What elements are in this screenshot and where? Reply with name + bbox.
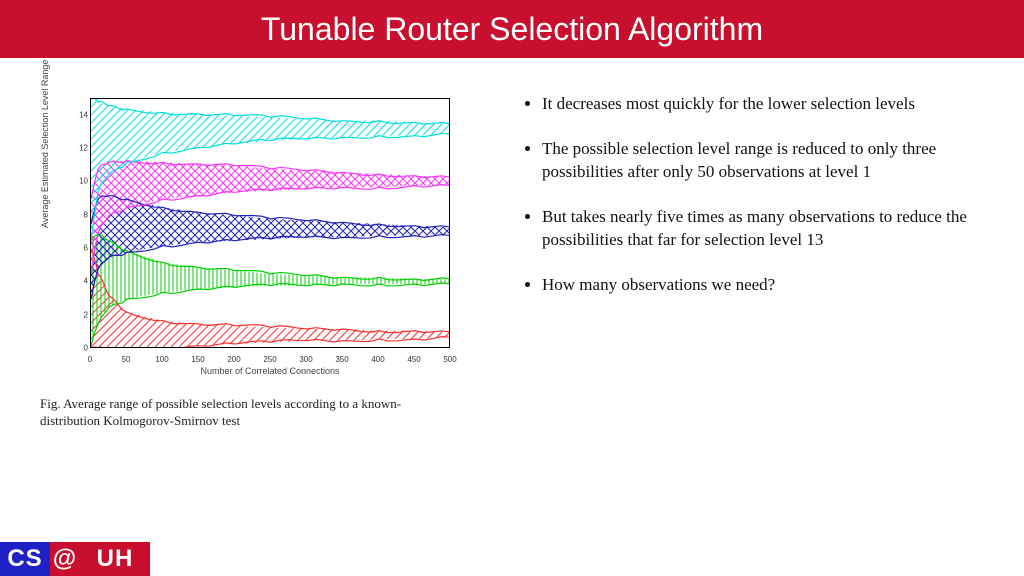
y-tick: 6 — [76, 244, 88, 253]
plot-area — [90, 98, 450, 348]
x-tick: 350 — [335, 355, 348, 364]
y-tick: 8 — [76, 210, 88, 219]
x-tick: 500 — [443, 355, 456, 364]
bullet-item: How many observations we need? — [542, 274, 1004, 297]
bullet-list: It decreases most quickly for the lower … — [520, 93, 1004, 297]
x-tick: 450 — [407, 355, 420, 364]
y-tick: 14 — [76, 110, 88, 119]
chart: Average Estimated Selection Level Range … — [40, 88, 460, 378]
x-tick: 300 — [299, 355, 312, 364]
logo-cs: CS — [0, 542, 50, 576]
page-title: Tunable Router Selection Algorithm — [261, 11, 763, 48]
x-tick: 200 — [227, 355, 240, 364]
x-tick: 100 — [155, 355, 168, 364]
left-column: Average Estimated Selection Level Range … — [40, 88, 480, 430]
y-tick: 0 — [76, 344, 88, 353]
x-tick: 250 — [263, 355, 276, 364]
x-axis-label: Number of Correlated Connections — [90, 366, 450, 376]
bullet-item: It decreases most quickly for the lower … — [542, 93, 1004, 116]
logo-at: @ — [50, 542, 80, 576]
x-tick: 400 — [371, 355, 384, 364]
y-axis-label: Average Estimated Selection Level Range — [40, 60, 50, 228]
bullet-item: But takes nearly five times as many obse… — [542, 206, 1004, 252]
y-tick: 4 — [76, 277, 88, 286]
title-bar: Tunable Router Selection Algorithm — [0, 0, 1024, 58]
y-tick: 12 — [76, 144, 88, 153]
logo-uh: UH — [80, 542, 150, 576]
y-tick: 10 — [76, 177, 88, 186]
x-tick: 0 — [88, 355, 92, 364]
figure-caption: Fig. Average range of possible selection… — [40, 396, 450, 430]
y-tick: 2 — [76, 310, 88, 319]
chart-svg — [91, 99, 450, 348]
cs-at-uh-logo: CS @ UH — [0, 542, 150, 576]
right-column: It decreases most quickly for the lower … — [520, 88, 1004, 430]
x-tick: 150 — [191, 355, 204, 364]
bullet-item: The possible selection level range is re… — [542, 138, 1004, 184]
content: Average Estimated Selection Level Range … — [0, 58, 1024, 430]
x-tick: 50 — [122, 355, 131, 364]
